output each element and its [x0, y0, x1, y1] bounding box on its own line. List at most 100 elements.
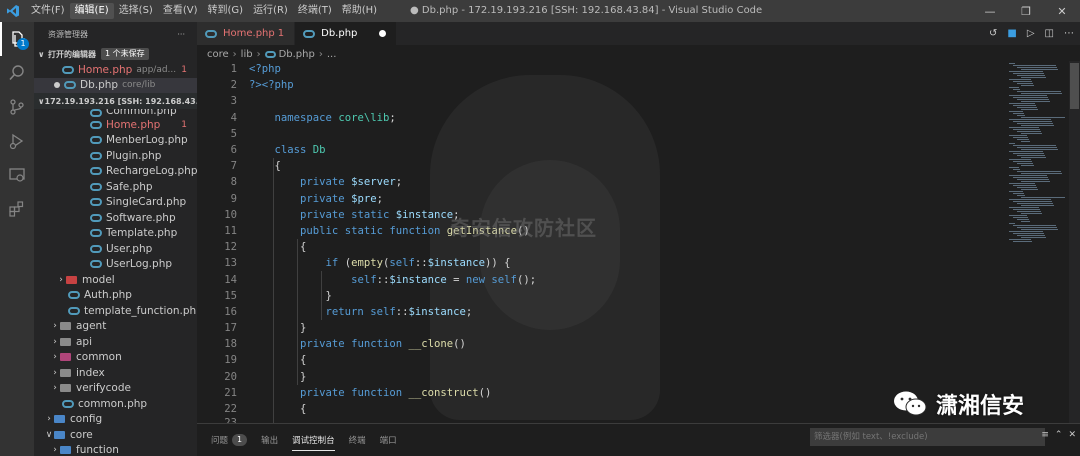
menu-terminal[interactable]: 终端(T): [293, 3, 337, 19]
menu-selection[interactable]: 选择(S): [114, 3, 158, 19]
folder-row-index[interactable]: › index: [34, 365, 197, 381]
folder-row-model[interactable]: › model: [34, 272, 197, 288]
panel-actions: ≡ ⌃ ✕: [1041, 430, 1076, 440]
folder-name: verifycode: [76, 382, 131, 395]
file-row[interactable]: Software.php: [34, 210, 197, 226]
folder-row-config[interactable]: › config: [34, 412, 197, 428]
file-row[interactable]: Home.php 1: [34, 117, 197, 133]
extensions-icon[interactable]: [0, 192, 34, 226]
file-row[interactable]: Plugin.php: [34, 148, 197, 164]
search-icon[interactable]: [0, 56, 34, 90]
folder-row-api[interactable]: › api: [34, 334, 197, 350]
file-row[interactable]: Auth.php: [34, 288, 197, 304]
minimap-line: [1013, 105, 1036, 106]
problem-count: 1: [181, 119, 187, 130]
scroll-thumb[interactable]: [1070, 63, 1079, 109]
run-debug-icon[interactable]: [0, 124, 34, 158]
breadcrumb-symbol[interactable]: ...: [327, 49, 337, 60]
minimap[interactable]: [1007, 61, 1069, 423]
file-row[interactable]: Common.php: [34, 109, 197, 117]
minimap-line: [1017, 187, 1037, 188]
remote-explorer-icon[interactable]: [0, 158, 34, 192]
minimap-line: [1009, 127, 1039, 128]
file-name: User.php: [106, 242, 153, 255]
source-control-icon[interactable]: [0, 90, 34, 124]
open-preview-icon[interactable]: ▷: [1027, 28, 1035, 39]
explorer-more-button[interactable]: ···: [177, 30, 185, 39]
file-row[interactable]: template_function.php: [34, 303, 197, 319]
remote-folder-header[interactable]: ∨ 172.19.193.216 [SSH: 192.168.43.84]: [34, 93, 197, 109]
php-file-icon: [303, 29, 316, 38]
minimap-line: [1017, 115, 1025, 116]
open-editor-db[interactable]: Db.php core/lib: [34, 77, 197, 93]
menu-help[interactable]: 帮助(H): [337, 3, 382, 19]
explorer-sidebar: 资源管理器 ··· ∨ 打开的编辑器 1 个未保存 Home.php app/a…: [34, 22, 197, 456]
code-line: 4 namespace core\lib;: [197, 110, 1007, 126]
minimap-line: [1013, 65, 1056, 66]
menu-edit[interactable]: 编辑(E): [69, 3, 114, 19]
minimap-line: [1013, 209, 1040, 210]
maximize-panel-icon[interactable]: ⌃: [1055, 430, 1063, 440]
folder-row-common[interactable]: › common: [34, 350, 197, 366]
close-panel-icon[interactable]: ✕: [1068, 430, 1076, 440]
minimap-line: [1021, 237, 1046, 238]
split-editor-icon[interactable]: ◫: [1045, 28, 1054, 39]
more-actions-icon[interactable]: ⋯: [1064, 28, 1074, 39]
folder-row-function[interactable]: › function: [34, 443, 197, 456]
breadcrumb-lib[interactable]: lib: [241, 49, 253, 60]
code-editor[interactable]: 1 <?php 2 ?><?php 3 4 namespace core\lib; …: [197, 61, 1007, 423]
minimap-line: [1021, 117, 1065, 118]
code-line: 5: [197, 126, 1007, 142]
line-number: 2: [230, 79, 237, 92]
file-row[interactable]: Template.php: [34, 226, 197, 242]
clear-console-icon[interactable]: ≡: [1041, 430, 1049, 440]
panel-tab-problems[interactable]: 问题 1: [211, 429, 248, 451]
open-editors-section[interactable]: ∨ 打开的编辑器 1 个未保存: [34, 46, 197, 62]
minimap-line: [1009, 95, 1047, 96]
minimap-line: [1013, 145, 1056, 146]
folder-row-verifycode[interactable]: › verifycode: [34, 381, 197, 397]
file-row[interactable]: common.php: [34, 396, 197, 412]
folder-row-agent[interactable]: › agent: [34, 319, 197, 335]
line-number: 10: [224, 208, 237, 221]
explorer-icon[interactable]: 1: [0, 22, 34, 56]
menu-run[interactable]: 运行(R): [248, 3, 293, 19]
menu-file[interactable]: 文件(F): [26, 3, 70, 19]
minimap-line: [1009, 215, 1027, 216]
unsaved-dot-icon[interactable]: [379, 30, 387, 37]
code-line: 8 private $server;: [197, 174, 1007, 190]
file-row[interactable]: UserLog.php: [34, 257, 197, 273]
menu-view[interactable]: 查看(V): [158, 3, 203, 19]
close-button[interactable]: ✕: [1044, 0, 1080, 22]
compare-icon[interactable]: ↺: [989, 28, 997, 39]
minimap-line: [1021, 205, 1054, 206]
panel-tab-ports[interactable]: 端口: [380, 429, 397, 451]
file-row[interactable]: User.php: [34, 241, 197, 257]
file-row[interactable]: SingleCard.php: [34, 195, 197, 211]
file-row[interactable]: RechargeLog.php: [34, 164, 197, 180]
wechat-icon: [894, 391, 927, 416]
remote-icon[interactable]: ■: [1007, 28, 1016, 39]
php-file-icon: [90, 260, 102, 269]
restore-button[interactable]: ❐: [1008, 0, 1044, 22]
file-row[interactable]: Safe.php: [34, 179, 197, 195]
minimap-line: [1013, 89, 1020, 90]
tab-db-php[interactable]: Db.php: [295, 22, 398, 45]
breadcrumb-file[interactable]: Db.php: [279, 49, 315, 60]
minimap-line: [1009, 119, 1051, 120]
minimize-button[interactable]: —: [972, 0, 1008, 22]
tab-home-php[interactable]: Home.php 1: [197, 22, 296, 45]
panel-tab-debug-console[interactable]: 调试控制台: [292, 429, 335, 451]
folder-row-core[interactable]: ∨ core: [34, 427, 197, 443]
panel-tab-output[interactable]: 输出: [261, 429, 278, 451]
folder-name: model: [82, 273, 115, 286]
file-row[interactable]: MenberLog.php: [34, 133, 197, 149]
panel-tab-terminal[interactable]: 终端: [349, 429, 366, 451]
code-line: 3: [197, 93, 1007, 109]
menu-go[interactable]: 转到(G): [203, 3, 249, 19]
code-line: 15 }: [197, 288, 1007, 304]
breadcrumb-core[interactable]: core: [207, 49, 229, 60]
open-editor-home[interactable]: Home.php app/ad... 1: [34, 62, 197, 78]
vertical-scrollbar[interactable]: [1069, 61, 1080, 423]
filter-input[interactable]: [810, 428, 1045, 446]
